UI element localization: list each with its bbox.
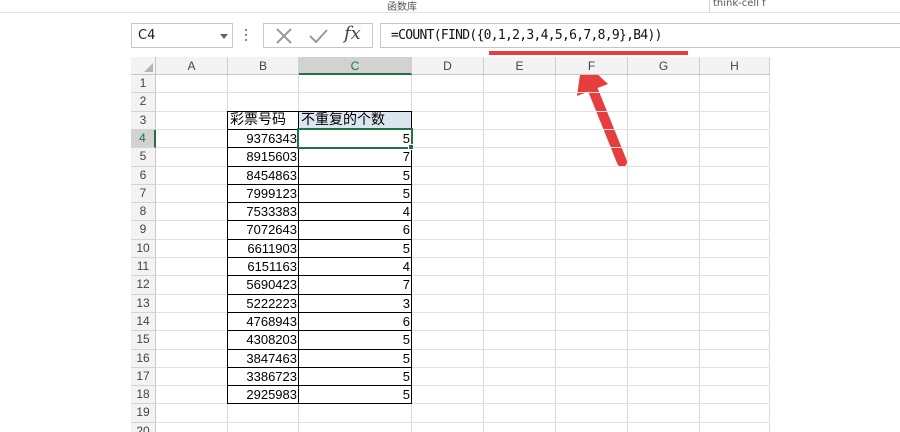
column-header-f[interactable]: F [556,57,628,75]
column-header-a[interactable]: A [156,57,228,75]
insert-function-button[interactable]: fx [344,23,361,44]
cell-b16[interactable]: 3847463 [228,350,299,368]
cell-c16[interactable]: 5 [299,350,412,368]
ribbon-divider [709,0,710,12]
cell-b9[interactable]: 7072643 [228,221,299,239]
formula-input[interactable]: =COUNT(FIND({0,1,2,3,4,5,6,7,8,9},B4)) [380,23,900,48]
formula-bar-buttons: fx [263,23,373,48]
cell-c17[interactable]: 5 [299,368,412,386]
formula-text: =COUNT(FIND({0,1,2,3,4,5,6,7,8,9},B4)) [391,28,663,43]
ribbon-strip: 函数库 think-cell f [0,0,900,13]
cell-b5[interactable]: 8915603 [228,148,299,166]
row-header-17[interactable]: 17 [131,368,156,386]
row-header-20[interactable]: 20 [131,423,156,432]
column-header-h[interactable]: H [700,57,770,75]
row-header-2[interactable]: 2 [131,93,156,112]
row-header-6[interactable]: 6 [131,167,156,185]
gridline-horizontal [156,92,770,93]
name-box-value: C4 [138,28,156,43]
row-header-15[interactable]: 15 [131,331,156,350]
cell-c9[interactable]: 6 [299,221,412,239]
cell-b12[interactable]: 5690423 [228,276,299,294]
cell-c13[interactable]: 3 [299,295,412,313]
cell-b4[interactable]: 9376343 [228,130,299,148]
ribbon-group-label: 函数库 [387,2,417,13]
cell-c15[interactable]: 5 [299,331,412,349]
cell-b11[interactable]: 6151163 [228,258,299,276]
cell-b17[interactable]: 3386723 [228,368,299,386]
row-header-3[interactable]: 3 [131,112,156,130]
cell-c7[interactable]: 5 [299,185,412,203]
row-header-10[interactable]: 10 [131,240,156,258]
column-header-c[interactable]: C [299,57,412,75]
cell-b3-header[interactable]: 彩票号码 [228,112,299,130]
row-header-5[interactable]: 5 [131,148,156,167]
cell-b13[interactable]: 5222223 [228,295,299,313]
name-box[interactable]: C4 [131,23,233,48]
row-header-11[interactable]: 11 [131,258,156,276]
column-header-g[interactable]: G [628,57,700,75]
fill-handle[interactable] [408,144,414,150]
cell-b14[interactable]: 4768943 [228,313,299,331]
cell-c3-header[interactable]: 不重复的个数 [299,112,412,130]
cell-c18[interactable]: 5 [299,386,412,404]
row-header-7[interactable]: 7 [131,185,156,203]
column-header-e[interactable]: E [484,57,556,75]
cell-c8[interactable]: 4 [299,203,412,221]
select-all-corner[interactable] [131,57,156,75]
row-header-18[interactable]: 18 [131,386,156,404]
row-header-19[interactable]: 19 [131,404,156,423]
cell-c4[interactable]: 5 [299,130,412,148]
gridline-horizontal [156,422,770,423]
cell-c14[interactable]: 6 [299,313,412,331]
cell-c6[interactable]: 5 [299,167,412,185]
cell-b15[interactable]: 4308203 [228,331,299,349]
cell-b18[interactable]: 2925983 [228,386,299,404]
chevron-down-icon[interactable] [220,34,228,39]
row-header-1[interactable]: 1 [131,75,156,93]
cell-b7[interactable]: 7999123 [228,185,299,203]
cell-c11[interactable]: 4 [299,258,412,276]
ribbon-addin-label[interactable]: think-cell f [713,0,766,9]
formula-bar-resize-handle[interactable] [245,27,248,43]
cell-b6[interactable]: 8454863 [228,167,299,185]
column-header-d[interactable]: D [412,57,484,75]
cell-c10[interactable]: 5 [299,240,412,258]
row-header-4[interactable]: 4 [131,130,156,148]
row-header-12[interactable]: 12 [131,276,156,295]
cell-c5[interactable]: 7 [299,148,412,166]
row-header-13[interactable]: 13 [131,295,156,313]
cell-c12[interactable]: 7 [299,276,412,294]
row-header-14[interactable]: 14 [131,313,156,331]
row-header-8[interactable]: 8 [131,203,156,221]
sheet-right-blank [770,57,900,432]
row-header-16[interactable]: 16 [131,350,156,368]
row-header-9[interactable]: 9 [131,221,156,240]
cell-b8[interactable]: 7533383 [228,203,299,221]
cell-b10[interactable]: 6611903 [228,240,299,258]
column-header-b[interactable]: B [228,57,299,75]
x-icon[interactable] [270,26,298,46]
checkmark-icon[interactable] [304,26,332,46]
